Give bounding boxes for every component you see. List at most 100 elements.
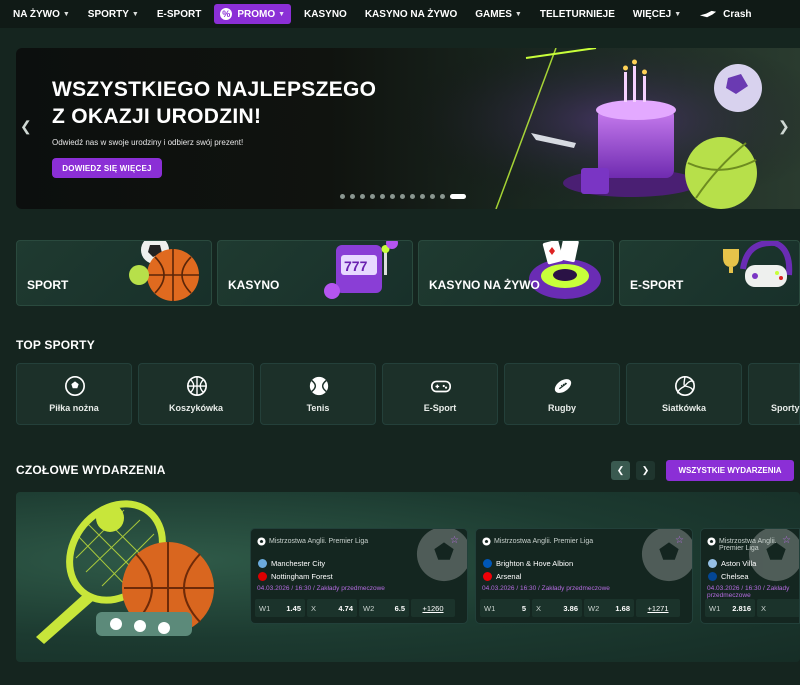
odd-value: 2.816 [732,603,751,613]
slider-dot[interactable] [370,194,375,199]
nav-live-casino[interactable]: KASYNO NA ŻYWO [360,4,462,24]
odd-value: 3.86 [563,603,578,613]
team-crest-icon [258,559,267,568]
nav-tv-games[interactable]: TELETURNIEJE [535,4,620,24]
nav-promo[interactable]: % PROMO ▼ [214,4,292,24]
event-away-team: Arsenal [496,572,522,581]
slider-dot[interactable] [430,194,435,199]
sport-volleyball[interactable]: Siatkówka [626,363,742,425]
chevron-right-icon[interactable]: ❯ [778,118,790,135]
event-away-team: Nottingham Forest [271,572,333,581]
team-crest-icon [483,572,492,581]
favorite-star-icon[interactable]: ☆ [450,535,459,546]
hero-cta-button[interactable]: DOWIEDZ SIĘ WIĘCEJ [52,158,162,178]
category-sport-label: SPORT [27,278,69,292]
sport-rugby[interactable]: Rugby [504,363,620,425]
chevron-down-icon: ▼ [62,10,70,18]
hero-title: WSZYSTKIEGO NAJLEPSZEGO Z OKAZJI URODZIN… [52,78,377,128]
sport-esport[interactable]: E-Sport [382,363,498,425]
odd-button[interactable]: W2 6.5 [359,599,409,617]
top-sports-title: TOP SPORTY [16,338,95,352]
odd-button[interactable]: X [757,599,799,617]
odd-button[interactable]: W1 1.45 [255,599,305,617]
team-crest-icon [483,559,492,568]
hero-banner[interactable]: ❮ WSZYSTKIEGO NAJLEPSZEGO Z OKAZJI URODZ… [16,48,800,209]
slider-dot[interactable] [410,194,415,199]
nav-games[interactable]: GAMES ▼ [470,4,527,24]
event-league: Mistrzostwa Anglii. Premier Liga [269,538,369,545]
chevron-left-icon[interactable]: ❮ [20,118,32,135]
football-icon [257,537,266,546]
slider-dot[interactable] [350,194,355,199]
team-crest-icon [258,572,267,581]
events-title: CZOŁOWE WYDARZENIA [16,463,166,477]
racket-ball-illustration [36,500,214,644]
slider-dots [340,194,471,199]
nav-esport[interactable]: E-SPORT [152,4,206,24]
nav-live-label: NA ŻYWO [13,8,60,20]
football-icon [416,529,467,582]
odd-button[interactable]: W1 2.816 [705,599,755,617]
nav-sports[interactable]: SPORTY ▼ [83,4,144,24]
odd-value: 5 [521,603,526,613]
event-home-team: Manchester City [271,559,326,568]
more-odds-link[interactable]: +1260 [411,599,455,617]
sport-label: Rugby [548,403,576,413]
category-sport[interactable]: SPORT [16,240,212,306]
nav-live[interactable]: NA ŻYWO ▼ [8,4,75,24]
nav-more[interactable]: WIĘCEJ ▼ [628,4,686,24]
nav-promo-label: PROMO [237,8,276,20]
slider-dot[interactable] [380,194,385,199]
roulette-icon [529,241,601,299]
more-odds-link[interactable]: +1271 [636,599,680,617]
football-icon [482,537,491,546]
odd-button[interactable]: W2 1.68 [584,599,634,617]
event-home-team: Aston Villa [721,559,757,568]
slider-dot[interactable] [400,194,405,199]
slot-machine-icon: 777 [324,241,398,299]
tennis-icon [309,376,329,396]
chevron-down-icon: ▼ [278,10,286,18]
slider-dot[interactable] [390,194,395,199]
slider-dot[interactable] [340,194,345,199]
odds-row: W1 2.816 X W2 [705,599,799,619]
slider-dot[interactable] [440,194,445,199]
sport-tennis[interactable]: Tenis [260,363,376,425]
slider-dot[interactable] [450,194,466,199]
odd-key: W1 [259,603,271,613]
category-esport[interactable]: E-SPORT [619,240,800,306]
category-casino[interactable]: 777 KASYNO [217,240,413,306]
chevron-right-icon[interactable]: ❯ [636,461,655,480]
team-crest-icon [708,559,717,568]
nav-casino[interactable]: KASYNO [299,4,352,24]
sport-more[interactable]: Sporty [748,363,800,425]
odd-button[interactable]: X 4.74 [307,599,357,617]
category-live-casino[interactable]: KASYNO NA ŻYWO [418,240,614,306]
odd-button[interactable]: X 3.86 [532,599,582,617]
sport-football[interactable]: Piłka nożna [16,363,132,425]
birthday-cake-illustration [396,48,800,209]
odd-key: X [311,603,317,613]
sport-label: Koszykówka [168,403,224,413]
nav-crash[interactable]: Crash [694,4,756,24]
chevron-left-icon[interactable]: ❮ [611,461,630,480]
favorite-star-icon[interactable]: ☆ [675,535,684,546]
sport-label: E-Sport [423,403,457,413]
odd-button[interactable]: W1 5 [480,599,530,617]
all-events-button[interactable]: WSZYSTKIE WYDARZENIA [666,460,794,481]
sport-label: Tenis [306,403,330,413]
event-card[interactable]: Mistrzostwa Anglii. Premier Liga ☆ Aston… [700,528,800,624]
basketball-icon [187,376,207,396]
event-away-team: Chelsea [721,572,749,581]
sport-balls-icon [129,241,199,301]
sport-basketball[interactable]: Koszykówka [138,363,254,425]
favorite-star-icon[interactable]: ☆ [782,535,791,546]
event-card[interactable]: Mistrzostwa Anglii. Premier Liga ☆ Manch… [250,528,468,624]
slider-dot[interactable] [420,194,425,199]
slider-dot[interactable] [360,194,365,199]
event-card[interactable]: Mistrzostwa Anglii. Premier Liga ☆ Brigh… [475,528,693,624]
football-icon [641,529,692,582]
odd-key: W2 [363,603,375,613]
gamepad-trophy-icon [723,241,793,287]
plane-icon [700,10,717,17]
